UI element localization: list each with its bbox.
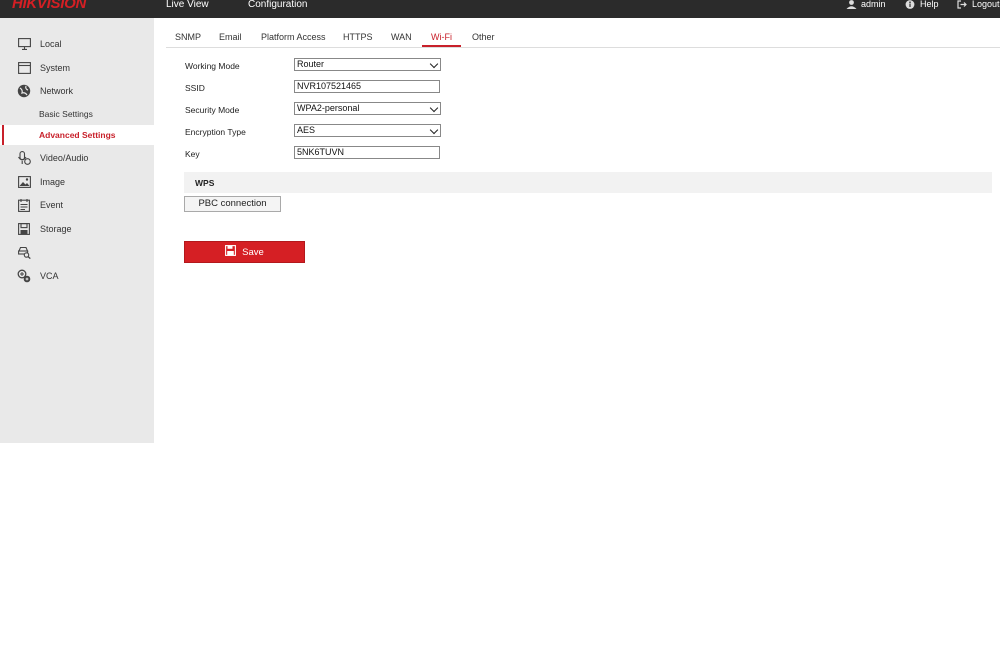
tab-other[interactable]: Other [472, 28, 495, 47]
vca-icon [17, 269, 31, 283]
sidebar-item-label: System [40, 63, 71, 73]
user-menu[interactable]: admin [846, 0, 886, 9]
save-label: Save [242, 246, 264, 258]
sidebar-subitem-label: Basic Settings [39, 109, 93, 119]
image-icon [17, 175, 31, 189]
globe-icon [17, 84, 31, 98]
logout-label: Logout [972, 0, 1000, 9]
tab-wifi[interactable]: Wi-Fi [422, 28, 461, 47]
help-link[interactable]: Help [905, 0, 939, 9]
event-icon [17, 198, 31, 212]
sidebar-item-label: Video/Audio [40, 153, 89, 163]
key-label: Key [185, 149, 200, 159]
wps-section-header: WPS [184, 172, 992, 193]
sidebar-item-search[interactable] [0, 242, 154, 262]
sidebar-subitem-basic-settings[interactable]: Basic Settings [0, 104, 154, 124]
nav-configuration[interactable]: Configuration [248, 0, 307, 10]
sidebar-item-label: VCA [40, 271, 59, 281]
sidebar-item-local[interactable]: Local [0, 34, 154, 54]
logout-icon [957, 0, 967, 9]
hikvision-logo: HIKVISION [12, 0, 86, 12]
wps-title: WPS [195, 178, 215, 188]
working-mode-label: Working Mode [185, 61, 240, 71]
sidebar-subitem-label: Advanced Settings [39, 130, 116, 140]
sidebar-item-video-audio[interactable]: Video/Audio [0, 148, 154, 168]
help-icon [905, 0, 915, 9]
save-button[interactable]: Save [184, 241, 305, 263]
encryption-type-select[interactable]: AES [294, 124, 441, 137]
system-icon [17, 61, 31, 75]
nav-live-view[interactable]: Live View [166, 0, 209, 10]
tab-platform-access[interactable]: Platform Access [261, 28, 326, 47]
sidebar-item-image[interactable]: Image [0, 172, 154, 192]
save-icon [225, 245, 237, 259]
sidebar-item-storage[interactable]: Storage [0, 219, 154, 239]
sidebar-item-vca[interactable]: VCA [0, 266, 154, 286]
key-input[interactable]: 5NK6TUVN [294, 146, 440, 159]
user-icon [846, 0, 857, 9]
sidebar-item-event[interactable]: Event [0, 195, 154, 215]
security-mode-select[interactable]: WPA2-personal [294, 102, 441, 115]
search-vehicle-icon [17, 245, 31, 259]
mic-icon [17, 151, 31, 165]
pbc-connection-button[interactable]: PBC connection [184, 196, 281, 212]
tab-https[interactable]: HTTPS [343, 28, 373, 47]
help-label: Help [920, 0, 939, 9]
sidebar-item-label: Network [40, 86, 74, 96]
sidebar-item-network[interactable]: Network [0, 81, 154, 101]
monitor-icon [17, 37, 31, 51]
sidebar-item-label: Event [40, 200, 64, 210]
top-header: HIKVISION Live View Configuration admin … [0, 0, 1000, 18]
storage-icon [17, 222, 31, 236]
working-mode-select[interactable]: Router [294, 58, 441, 71]
ssid-label: SSID [185, 83, 205, 93]
sidebar-item-system[interactable]: System [0, 58, 154, 78]
user-name: admin [861, 0, 886, 9]
tab-wan[interactable]: WAN [391, 28, 412, 47]
sidebar-item-label: Local [40, 39, 62, 49]
tab-bar: SNMP Email Platform Access HTTPS WAN Wi-… [166, 28, 1000, 48]
logout-link[interactable]: Logout [957, 0, 1000, 9]
sidebar-item-label: Storage [40, 224, 72, 234]
sidebar-subitem-advanced-settings[interactable]: Advanced Settings [0, 125, 154, 145]
security-mode-label: Security Mode [185, 105, 240, 115]
encryption-type-label: Encryption Type [185, 127, 246, 137]
sidebar-item-label: Image [40, 177, 66, 187]
tab-email[interactable]: Email [219, 28, 242, 47]
ssid-input[interactable]: NVR107521465 [294, 80, 440, 93]
sidebar: Local System Network Basic Settings Adva… [0, 18, 154, 443]
tab-snmp[interactable]: SNMP [175, 28, 201, 47]
